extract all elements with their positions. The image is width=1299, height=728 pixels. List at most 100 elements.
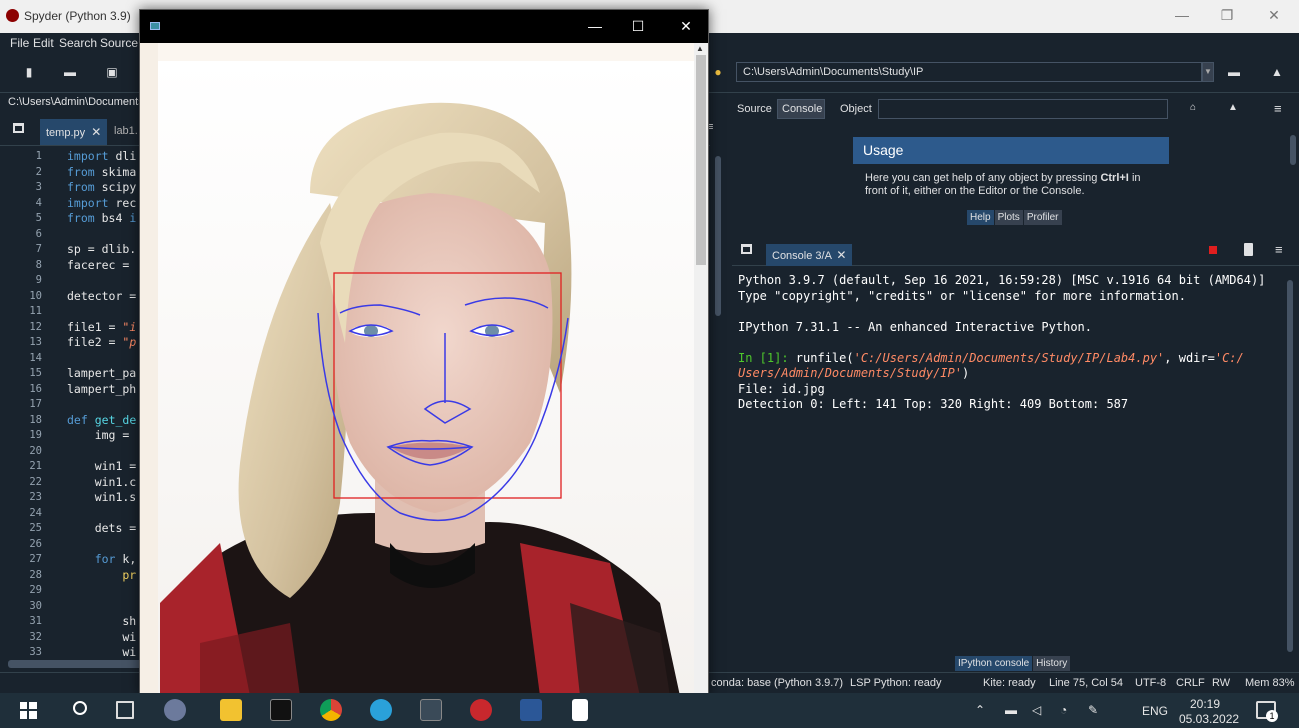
working-directory-input[interactable]: C:\Users\Admin\Documents\Study\IP [736,62,1202,82]
wifi-icon[interactable]: ◔ [1060,703,1067,717]
line-number: 14 [29,351,42,364]
menu-edit[interactable]: Edit [33,36,54,50]
save-icon[interactable]: ▣ [106,66,118,79]
open-folder-icon[interactable]: ▬ [64,66,76,79]
usage-text-1: Here you can get help of any object by p… [865,172,1098,184]
tab-profiler[interactable]: Profiler [1023,210,1062,225]
menu-search[interactable]: Search [59,36,97,50]
help-scrollbar[interactable] [1288,135,1298,205]
line-number: 15 [29,367,42,379]
status-memory: Mem 83% [1245,677,1295,689]
tab-plots[interactable]: Plots [994,210,1023,225]
volume-icon[interactable]: ◁ [1032,703,1041,717]
lock-icon[interactable]: ▲ [1228,102,1238,113]
line-number: 5 [35,212,42,224]
python-path-icon[interactable]: ● [712,66,724,79]
chevron-up-icon[interactable]: ⌃ [975,703,985,717]
app-title: Spyder (Python 3.9) [24,9,131,23]
image-scrollbar[interactable]: ▲ [694,43,708,696]
line-number: 11 [29,305,42,317]
anaconda-icon[interactable] [164,699,186,721]
telegram-icon[interactable] [370,699,392,721]
close-button[interactable]: ✕ [1259,7,1289,24]
line-number: 6 [35,227,42,240]
object-input[interactable] [878,99,1168,119]
tab-history[interactable]: History [1033,656,1071,671]
task-view-icon[interactable] [116,701,134,719]
line-number: 29 [29,584,42,596]
minimize-button[interactable]: — [580,18,610,34]
line-number: 33 [29,646,42,658]
terminal-icon[interactable] [270,699,292,721]
console-string: 'C:/ [1214,351,1244,365]
scrollbar-thumb[interactable] [696,55,706,265]
browse-tabs-icon[interactable] [13,123,24,133]
close-button[interactable]: ✕ [671,18,701,35]
search-icon[interactable] [73,701,87,715]
status-kite: Kite: ready [983,677,1036,689]
menu-file[interactable]: File [10,36,29,50]
chrome-icon[interactable] [320,699,342,721]
image-canvas [140,43,694,696]
console-scrollbar[interactable] [1285,280,1295,652]
app-window-icon[interactable] [420,699,442,721]
restore-button[interactable]: ❐ [1212,7,1242,24]
line-number: 23 [29,491,42,503]
tab-console-3a[interactable]: Console 3/A ✕ [766,244,853,266]
image-viewer-window[interactable]: — ☐ ✕ ▲ [139,9,709,696]
editor-vertical-scrollbar[interactable] [712,146,724,658]
status-eol: CRLF [1176,677,1205,689]
battery-icon[interactable]: ▬ [1005,703,1017,717]
spyder-taskbar-icon[interactable] [470,699,492,721]
chevron-down-icon[interactable]: ▼ [1202,62,1214,82]
windows-start-icon[interactable] [20,702,37,719]
scroll-up-icon[interactable]: ▲ [696,44,704,53]
minimize-button[interactable]: — [1167,7,1197,23]
line-number: 9 [35,274,42,286]
file-explorer-icon[interactable] [220,699,242,721]
tab-ipython-console[interactable]: IPython console [955,656,1033,671]
line-number: 13 [29,336,42,348]
line-number: 12 [29,320,42,333]
clock-date[interactable]: 05.03.2022 [1179,712,1239,726]
clock-time[interactable]: 20:19 [1190,697,1220,711]
maximize-button[interactable]: ☐ [623,18,653,35]
menu-source[interactable]: Source [100,36,138,50]
line-number: 2 [35,165,42,178]
image-window-titlebar[interactable]: — ☐ ✕ [140,10,708,43]
console-output[interactable]: Python 3.9.7 (default, Sep 16 2021, 16:5… [734,266,1284,656]
console-string: Users/Admin/Documents/Study/IP' [738,366,962,380]
console-text: , wdir= [1164,351,1215,365]
language-indicator[interactable]: ENG [1142,704,1168,718]
pen-icon[interactable]: ✎ [1088,703,1098,717]
parent-dir-icon[interactable]: ▲ [1271,66,1283,79]
code-editor[interactable]: import dli from skima from scipy import … [60,146,150,658]
stop-icon[interactable] [1209,246,1217,254]
tab-help[interactable]: Help [967,210,994,225]
new-file-icon[interactable]: ▮ [23,66,35,79]
line-number: 28 [29,568,42,581]
line-number: 32 [29,630,42,643]
tab-temp-py[interactable]: temp.py ✕ [40,119,108,145]
usage-shortcut: Ctrl+I [1100,172,1129,184]
clear-console-icon[interactable] [1244,243,1253,256]
line-number: 27 [29,553,42,565]
home-icon[interactable]: ⌂ [1190,102,1196,113]
line-number: 18 [29,413,42,426]
document-icon[interactable] [572,699,588,721]
browse-tabs-icon[interactable] [741,244,752,254]
browse-folder-icon[interactable]: ▬ [1228,66,1240,79]
line-number: 7 [35,243,42,255]
close-icon[interactable]: ✕ [91,125,101,139]
close-icon[interactable]: ✕ [836,248,846,262]
options-menu-icon[interactable]: ≡ [1275,242,1283,257]
line-number: 19 [29,429,42,441]
spyder-logo-icon [6,9,19,22]
console-line: Type "copyright", "credits" or "license"… [738,289,1186,303]
options-menu-icon[interactable]: ≡ [1274,101,1282,116]
word-icon[interactable] [520,699,542,721]
line-number: 31 [29,615,42,627]
source-select[interactable]: Console [777,99,825,119]
line-number: 1 [35,150,42,162]
console-line: Python 3.9.7 (default, Sep 16 2021, 16:5… [738,273,1266,287]
